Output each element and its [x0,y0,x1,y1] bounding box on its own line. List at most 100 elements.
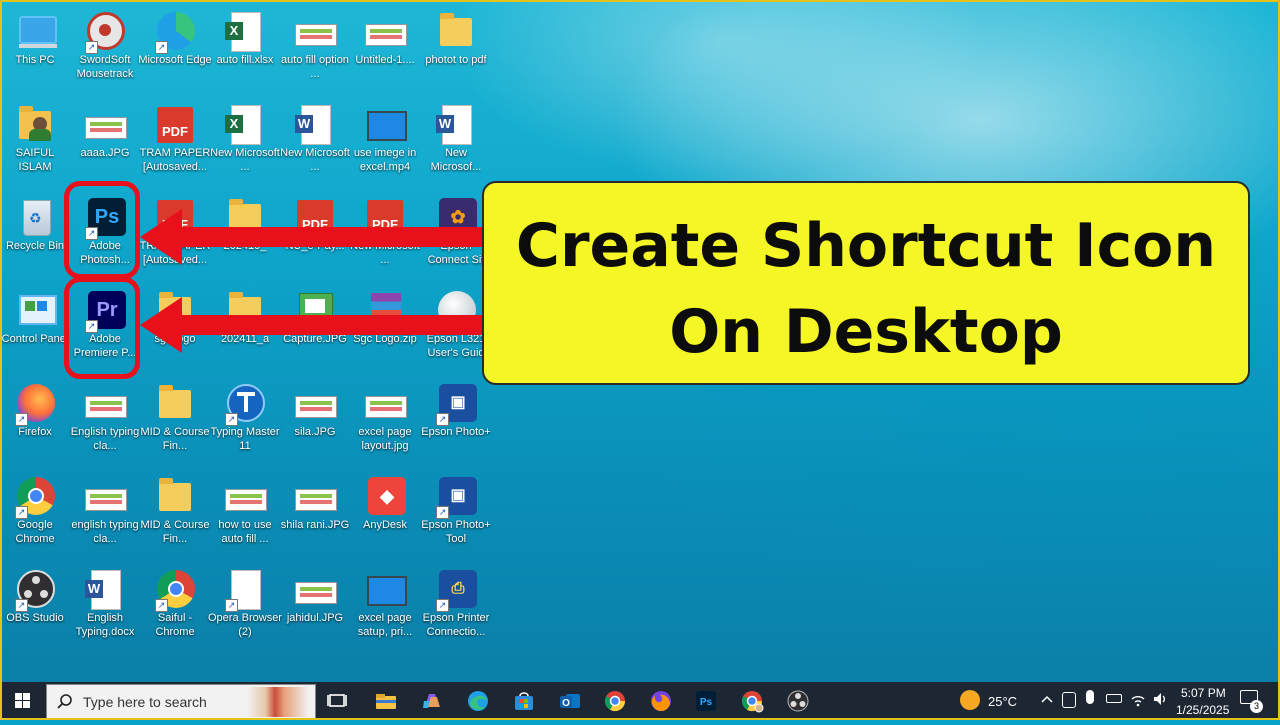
taskbar-search-box[interactable]: Type here to search [46,684,316,720]
file-explorer-icon[interactable] [372,687,400,715]
desktop-icon-epson-photo[interactable]: ▣ ↗ Epson Photo+ [421,376,491,464]
desktop-icon-auto-fill-option[interactable]: auto fill option ... [280,4,350,92]
desktop-icon-label: english typing cla... [71,519,139,545]
chrome-profile-icon[interactable] [738,687,766,715]
desktop-icon-photot-to-pdf[interactable]: photot to pdf [421,4,491,92]
mousetrack-icon: ↗ [85,10,125,54]
desktop-icon-label: Microsoft Edge [138,54,212,66]
desktop-icon-jahidul-jpg[interactable]: jahidul.JPG [280,562,350,650]
clock-date[interactable]: 1/25/2025 [1176,703,1229,717]
control-icon [15,289,57,333]
battery-icon[interactable] [1106,694,1122,703]
desktop-icon-label: This PC [15,54,55,66]
outlook-icon[interactable]: O [556,687,584,715]
desktop-icon-label: excel page layout.jpg [358,426,412,452]
desktop-icon-swordsoft-mousetrack[interactable]: ↗ SwordSoft Mousetrack [70,4,140,92]
search-placeholder: Type here to search [83,694,207,710]
desktop-icon-new-microsoft[interactable]: X New Microsoft ... [210,97,280,185]
desktop-icon-english-typing-docx[interactable]: W English Typing.docx [70,562,140,650]
desktop-icon-how-to-use-auto-fill[interactable]: how to use auto fill ... [210,469,280,557]
desktop-icon-opera-browser-2[interactable]: ↗ Opera Browser (2) [208,562,282,650]
desktop-icon-excel-page-layout-jpg[interactable]: excel page layout.jpg [350,376,420,464]
desktop-icon-shila-rani-jpg[interactable]: shila rani.JPG [280,469,350,557]
desktop-icon-label: Opera Browser (2) [208,612,282,638]
image-icon [295,475,337,519]
desktop-icon-recycle-bin[interactable]: ♻ Recycle Bin [0,190,70,278]
desktop-icon-use-imege-in-excel-mp4[interactable]: use imege in excel.mp4 [350,97,420,185]
desktop-icon-control-panel[interactable]: Control Panel [0,283,70,371]
arrow-to-premiere-head [140,297,182,353]
desktop-icon-this-pc[interactable]: This PC [0,4,70,92]
desktop-icon-saiful-chrome[interactable]: ↗ Saiful - Chrome [140,562,210,650]
shortcut-arrow-icon: ↗ [436,599,449,612]
wifi-icon[interactable] [1130,691,1146,707]
chrome-icon: ↗ [15,475,55,519]
desktop-icon-label: New Microsof... [430,147,482,173]
desktop-icon-label: auto fill.xlsx [216,54,274,66]
image-icon [295,568,337,612]
volume-icon[interactable] [1152,691,1168,707]
desktop-icon-english-typing-cla[interactable]: English typing cla... [70,376,140,464]
desktop-icon-epson-printer-connectio[interactable]: ⎙ ↗ Epson Printer Connectio... [421,562,491,650]
desktop-icon-sila-jpg[interactable]: sila.JPG [280,376,350,464]
desktop-icon-excel-page-satup-pri[interactable]: excel page satup, pri... [350,562,420,650]
show-hidden-icons-chevron-icon[interactable] [1040,692,1054,706]
word-icon: W [85,568,125,612]
clock-time[interactable]: 5:07 PM [1181,686,1226,700]
desktop-icon-label: MID & Course Fin... [140,426,210,452]
microsoft-store-icon[interactable] [510,687,538,715]
chrome-icon[interactable] [601,687,629,715]
desktop-icon-new-microsof[interactable]: W New Microsof... [421,97,491,185]
desktop-icon-english-typing-cla[interactable]: english typing cla... [70,469,140,557]
recycle-icon: ♻ [15,196,55,240]
start-button[interactable] [0,682,44,720]
desktop-icon-new-microsoft[interactable]: W New Microsoft ... [280,97,350,185]
desktop-icon-label: New Microsoft ... [280,147,350,173]
desktop-icon-mid-course-fin[interactable]: MID & Course Fin... [140,376,210,464]
image-icon [85,382,127,426]
desktop-icon-obs-studio[interactable]: ↗ OBS Studio [0,562,70,650]
excel-icon: X [225,103,265,147]
desktop-icon-saiful-islam[interactable]: SAIFUL ISLAM [0,97,70,185]
microphone-icon[interactable] [1086,690,1094,704]
desktop-icon-auto-fill-xlsx[interactable]: Xauto fill.xlsx [210,4,280,92]
shortcut-arrow-icon: ↗ [85,41,98,54]
image-icon [295,10,337,54]
edge-icon[interactable] [464,687,492,715]
desktop-icon-firefox[interactable]: ↗ Firefox [0,376,70,464]
obs-icon: ↗ [15,568,55,612]
desktop-icon-untitled-1[interactable]: Untitled-1.... [350,4,420,92]
photoshop-icon[interactable]: Ps [692,687,720,715]
pc-icon [15,10,57,54]
video-icon [365,568,407,612]
search-highlight-flower-icon [247,687,309,717]
desktop-icon-label: TRAM PAPER [Autosaved... [139,147,211,173]
svg-text:O: O [562,698,570,709]
folder-icon [155,475,195,519]
desktop-icon-tram-paper-autosaved[interactable]: PDF TRAM PAPER [Autosaved... [140,97,210,185]
desktop-icon-label: auto fill option ... [281,54,349,80]
desktop-icon-anydesk[interactable]: ◆ AnyDesk [350,469,420,557]
desktop-icon-google-chrome[interactable]: ↗ Google Chrome [0,469,70,557]
desktop-icon-epson-photo-tool[interactable]: ▣ ↗ Epson Photo+ Tool [421,469,491,557]
desktop-icon-aaaa-jpg[interactable]: aaaa.JPG [70,97,140,185]
firefox-icon[interactable] [647,687,675,715]
desktop-icon-label: jahidul.JPG [286,612,344,624]
obs-icon[interactable] [784,687,812,715]
weather-icon[interactable] [960,690,980,710]
shortcut-arrow-icon: ↗ [15,506,28,519]
anydesk-icon: ◆ [365,475,406,519]
desktop-icon-label: Recycle Bin [5,240,65,252]
desktop-icon-microsoft-edge[interactable]: ↗ Microsoft Edge [138,4,212,92]
desktop-icon-label: Firefox [18,426,52,438]
desktop-icon-label: OBS Studio [6,612,64,624]
desktop-icon-mid-course-fin[interactable]: MID & Course Fin... [140,469,210,557]
photoshop-highlight-ring [64,181,140,279]
copilot-icon[interactable] [418,687,446,715]
weather-temperature[interactable]: 25°C [988,694,1017,709]
meet-icon[interactable] [1062,692,1076,708]
desktop-icon-label: Typing Master 11 [210,426,280,452]
desktop-icon-typing-master-11[interactable]: ↗ Typing Master 11 [210,376,280,464]
arrow-to-photoshop-shaft [180,227,482,247]
task-view-icon[interactable] [323,687,351,715]
